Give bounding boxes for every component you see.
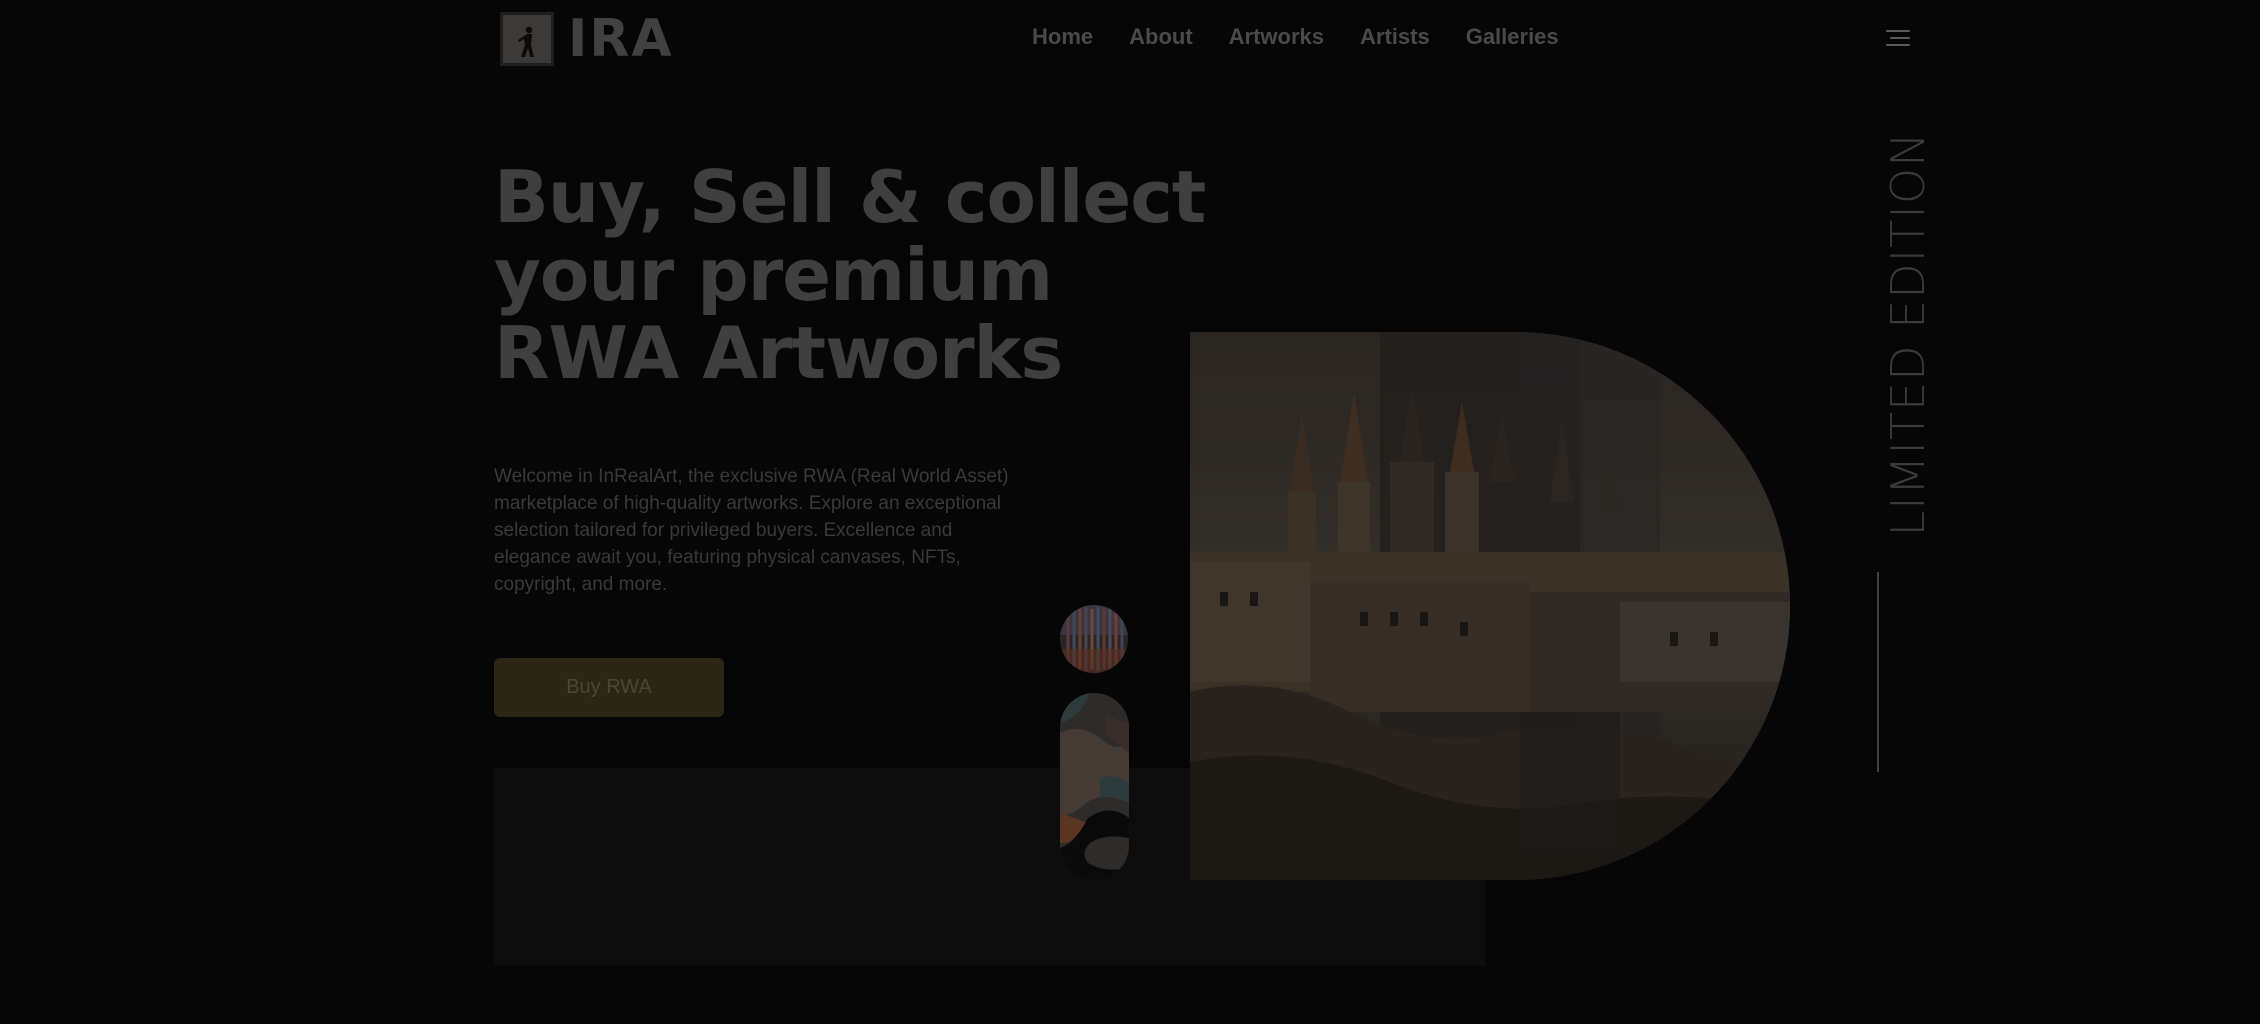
limited-edition-label: LIMITED EDITION	[1878, 132, 1938, 537]
menu-icon[interactable]	[1882, 28, 1910, 48]
hero-description: Welcome in InRealArt, the exclusive RWA …	[494, 466, 1009, 595]
decorative-divider-line	[1877, 572, 1879, 772]
limited-edition-text: LIMITED EDITION	[1881, 131, 1935, 537]
brand-name: IRA	[568, 9, 674, 69]
figure-logo-icon	[500, 12, 554, 66]
nav-artists[interactable]: Artists	[1360, 24, 1430, 50]
artwork-thumbnail-pill[interactable]	[1060, 693, 1129, 880]
nav-galleries[interactable]: Galleries	[1466, 24, 1559, 50]
nav-artworks[interactable]: Artworks	[1229, 24, 1324, 50]
hero-title: Buy, Sell & collect your premium RWA Art…	[494, 155, 1206, 395]
site-header: IRA Home About Artworks Artists Gallerie…	[0, 0, 2260, 80]
main-nav: Home About Artworks Artists Galleries	[1032, 24, 1559, 50]
nav-about[interactable]: About	[1129, 24, 1193, 50]
artwork-thumbnail-circle[interactable]	[1060, 605, 1128, 673]
hero-title-line-1: Buy, Sell & collect	[494, 155, 1206, 239]
brand-logo[interactable]: IRA	[500, 12, 674, 66]
hero-title-line-3: RWA Artworks	[494, 311, 1063, 395]
hero-title-line-2: your premium	[494, 233, 1053, 317]
featured-artwork-castle[interactable]	[1190, 332, 1790, 880]
buy-rwa-button[interactable]: Buy RWA	[494, 658, 724, 717]
nav-home[interactable]: Home	[1032, 24, 1093, 50]
